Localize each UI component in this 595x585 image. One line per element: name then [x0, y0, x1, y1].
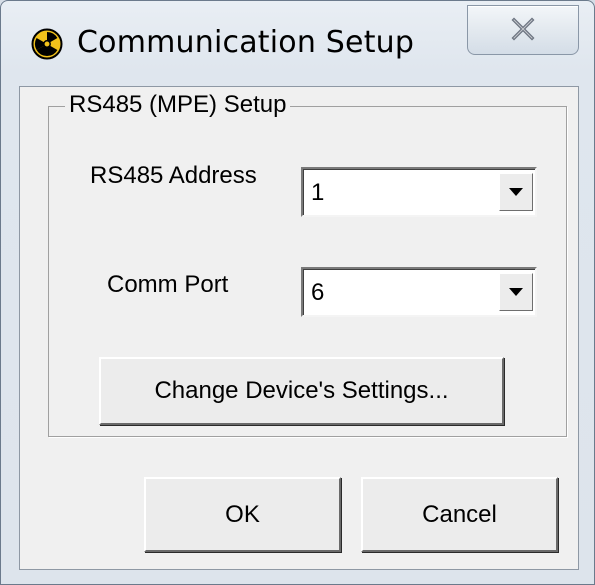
dialog-client-area: RS485 (MPE) Setup RS485 Address 1 Comm P…	[19, 86, 579, 570]
chevron-down-icon	[509, 188, 523, 196]
radiation-trefoil-icon	[31, 28, 63, 60]
close-x-icon	[511, 17, 535, 41]
chevron-down-icon	[509, 288, 523, 296]
comm-port-value: 6	[311, 279, 325, 306]
rs485-setup-group: RS485 (MPE) Setup RS485 Address 1 Comm P…	[48, 91, 567, 437]
window-title: Communication Setup	[77, 25, 415, 60]
rs485-address-value: 1	[311, 179, 325, 206]
close-button[interactable]	[467, 5, 579, 55]
communication-setup-dialog: Communication Setup RS485 (MPE) Setup RS…	[0, 0, 595, 585]
comm-port-dropdown[interactable]: 6	[301, 267, 537, 317]
rs485-address-label: RS485 Address	[90, 162, 257, 189]
rs485-address-dropdown[interactable]: 1	[301, 167, 537, 217]
change-device-settings-button[interactable]: Change Device's Settings...	[99, 357, 504, 425]
comm-port-label: Comm Port	[107, 271, 229, 298]
dropdown-arrow-button[interactable]	[499, 173, 533, 211]
cancel-button[interactable]: Cancel	[361, 477, 558, 552]
dropdown-arrow-button[interactable]	[499, 273, 533, 311]
ok-button[interactable]: OK	[144, 477, 341, 552]
group-legend: RS485 (MPE) Setup	[65, 91, 291, 119]
title-bar[interactable]: Communication Setup	[1, 1, 594, 85]
